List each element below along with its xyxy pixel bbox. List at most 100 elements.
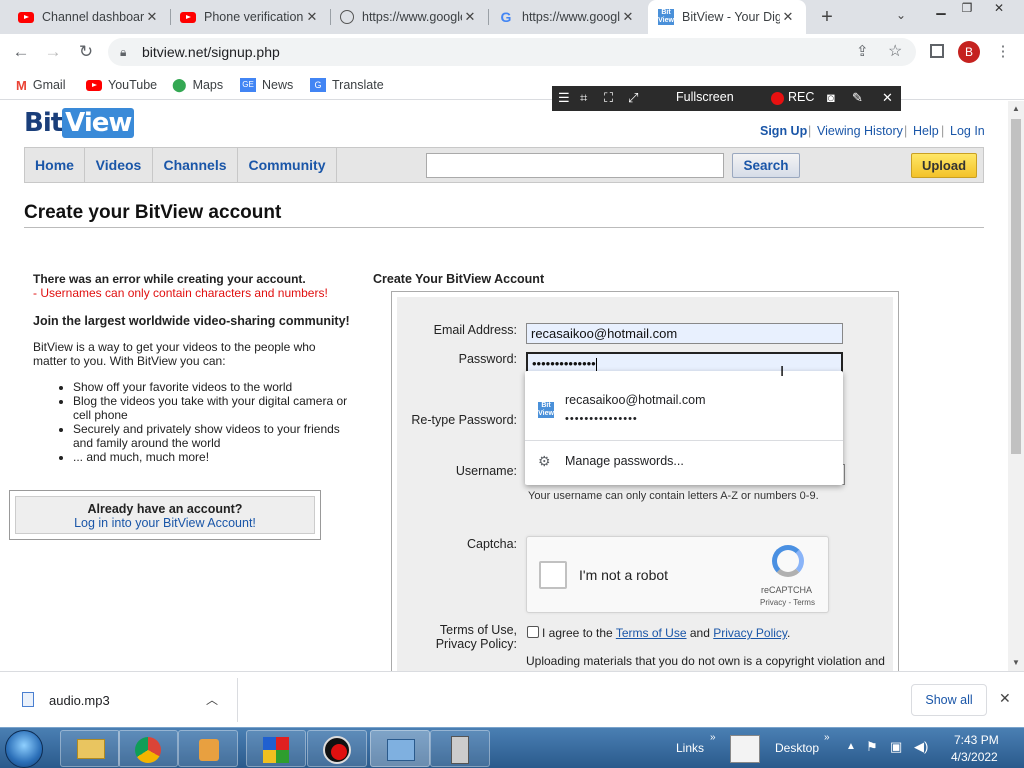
intro-text: BitView is a way to get your videos to t…	[33, 340, 316, 368]
reload-icon[interactable]: ↻	[75, 42, 97, 62]
rec-button[interactable]: REC	[788, 90, 814, 104]
bookmark-star-icon[interactable]: ☆	[888, 38, 902, 66]
site-search-button[interactable]: Search	[732, 153, 800, 178]
tab-phone-verification[interactable]: Phone verification ✕	[170, 0, 330, 34]
close-window-button[interactable]: ✕	[982, 0, 1016, 18]
app-taskbar-button[interactable]	[246, 730, 306, 767]
start-button[interactable]	[5, 730, 43, 768]
tab-search-chevron-icon[interactable]: ⌄	[896, 8, 906, 22]
bookmark-label: Translate	[332, 78, 384, 92]
bookmark-gmail[interactable]: M Gmail	[16, 76, 66, 94]
new-tab-button[interactable]: +	[816, 6, 838, 28]
web-page: Bit View Sign Up | Viewing History | Help…	[0, 101, 1008, 671]
scroll-down-icon[interactable]: ▼	[1012, 658, 1020, 667]
bitview-logo[interactable]: Bit View	[24, 108, 135, 138]
sign-up-link[interactable]: Sign Up	[760, 124, 807, 138]
volume-icon[interactable]: ◀)	[914, 739, 928, 755]
close-tab-icon[interactable]: ✕	[304, 9, 320, 25]
log-in-link[interactable]: Log In	[950, 124, 985, 138]
menu-icon[interactable]: ☰	[558, 90, 570, 106]
resize-icon[interactable]: ⤢	[628, 90, 638, 106]
scroll-up-icon[interactable]: ▲	[1012, 104, 1020, 113]
tab-channel-dashboard[interactable]: Channel dashboard ✕	[8, 0, 170, 34]
nav-videos[interactable]: Videos	[85, 148, 153, 182]
page-scrollbar[interactable]: ▲ ▼	[1008, 101, 1024, 671]
email-field[interactable]: recasaikoo@hotmail.com	[526, 323, 843, 344]
autofill-suggestion[interactable]: Bit View recasaikoo@hotmail.com •••••••••…	[525, 371, 843, 439]
logo-view: View	[62, 108, 135, 138]
help-link[interactable]: Help	[913, 124, 939, 138]
network-icon[interactable]: ▣	[890, 739, 902, 755]
control-panel-taskbar-button[interactable]	[370, 730, 430, 767]
region-select-icon[interactable]: ⛶	[604, 90, 613, 106]
manage-passwords-item[interactable]: ⚙ Manage passwords...	[525, 441, 843, 485]
notepad-icon[interactable]	[730, 735, 760, 763]
forward-icon[interactable]: →	[42, 42, 64, 62]
close-tab-icon[interactable]: ✕	[462, 9, 478, 25]
fullscreen-button[interactable]: Fullscreen	[676, 90, 734, 104]
show-all-button[interactable]: Show all	[911, 684, 987, 716]
username-note: Your username can only contain letters A…	[528, 490, 819, 502]
close-tab-icon[interactable]: ✕	[620, 9, 636, 25]
upload-button[interactable]: Upload	[911, 153, 977, 178]
flag-icon[interactable]: ⚑	[866, 739, 878, 755]
clock-time[interactable]: 7:43 PM	[954, 733, 999, 747]
back-icon[interactable]: ←	[10, 42, 32, 62]
recorder-taskbar-button[interactable]	[307, 730, 367, 767]
tab-title: https://www.google	[522, 10, 620, 24]
bookmark-translate[interactable]: G Translate	[310, 76, 384, 94]
logo-bit: Bit	[24, 108, 63, 138]
list-item: Blog the videos you take with your digit…	[73, 394, 353, 422]
close-download-bar-icon[interactable]: ✕	[999, 690, 1011, 707]
camera-icon[interactable]: ◙	[827, 90, 835, 105]
chevron-up-icon[interactable]: ︿	[206, 691, 218, 708]
clock-date[interactable]: 4/3/2022	[951, 750, 998, 764]
server-taskbar-button[interactable]	[430, 730, 490, 767]
pen-icon[interactable]: ✎	[852, 90, 863, 106]
chevron-right-icon[interactable]: »	[824, 732, 830, 743]
login-link[interactable]: Log in into your BitView Account!	[16, 516, 314, 530]
media-player-taskbar-button[interactable]	[178, 730, 238, 767]
bookmark-youtube[interactable]: YouTube	[86, 76, 157, 94]
bookmark-maps[interactable]: ⬤ Maps	[172, 76, 223, 94]
email-label: Email Address:	[433, 323, 517, 337]
share-icon[interactable]: ⇪	[856, 38, 869, 66]
nav-channels[interactable]: Channels	[153, 148, 238, 182]
maximize-button[interactable]: ❐	[954, 0, 980, 18]
recaptcha-checkbox[interactable]	[539, 561, 567, 589]
close-tab-icon[interactable]: ✕	[144, 9, 160, 25]
chevron-right-icon[interactable]: »	[710, 732, 716, 743]
agree-checkbox[interactable]	[527, 626, 539, 638]
minimize-button[interactable]: ▁	[928, 0, 954, 18]
nav-home[interactable]: Home	[25, 148, 85, 182]
nav-community[interactable]: Community	[238, 148, 337, 182]
tab-bitview[interactable]: BitView BitView - Your Digital ✕	[648, 0, 806, 34]
links-toolbar[interactable]: Links	[676, 741, 704, 755]
menu-dots-icon[interactable]: ⋮	[992, 42, 1014, 62]
maps-pin-icon: ⬤	[172, 77, 187, 92]
desktop-toolbar[interactable]: Desktop	[775, 741, 819, 755]
record-dot-icon	[331, 744, 347, 760]
lock-icon: 🔒︎	[120, 45, 127, 59]
profile-avatar[interactable]: B	[958, 41, 980, 63]
download-item[interactable]: audio.mp3 ︿	[0, 672, 237, 727]
chrome-taskbar-button[interactable]	[118, 730, 178, 767]
tab-google-1[interactable]: https://www.google ✕	[330, 0, 488, 34]
terms-link[interactable]: Terms of Use	[616, 626, 687, 640]
close-tab-icon[interactable]: ✕	[780, 9, 796, 25]
close-icon[interactable]: ✕	[882, 90, 893, 106]
explorer-taskbar-button[interactable]	[60, 730, 120, 767]
scrollbar-thumb[interactable]	[1011, 119, 1021, 454]
tab-google-2[interactable]: G https://www.google ✕	[488, 0, 646, 34]
address-bar[interactable]: 🔒︎ bitview.net/signup.php ⇪ ☆	[108, 38, 916, 66]
tray-expand-icon[interactable]: ▲	[846, 741, 856, 752]
site-search-input[interactable]	[426, 153, 724, 178]
password-field[interactable]: ••••••••••••••	[526, 352, 843, 373]
side-panel-icon[interactable]	[930, 44, 944, 58]
privacy-link[interactable]: Privacy Policy	[713, 626, 787, 640]
recaptcha-links[interactable]: Privacy - Terms	[760, 598, 815, 607]
viewing-history-link[interactable]: Viewing History	[817, 124, 903, 138]
folder-icon	[77, 739, 105, 759]
crosshair-icon[interactable]: ⌗	[580, 90, 587, 106]
bookmark-news[interactable]: GE News	[240, 76, 293, 94]
